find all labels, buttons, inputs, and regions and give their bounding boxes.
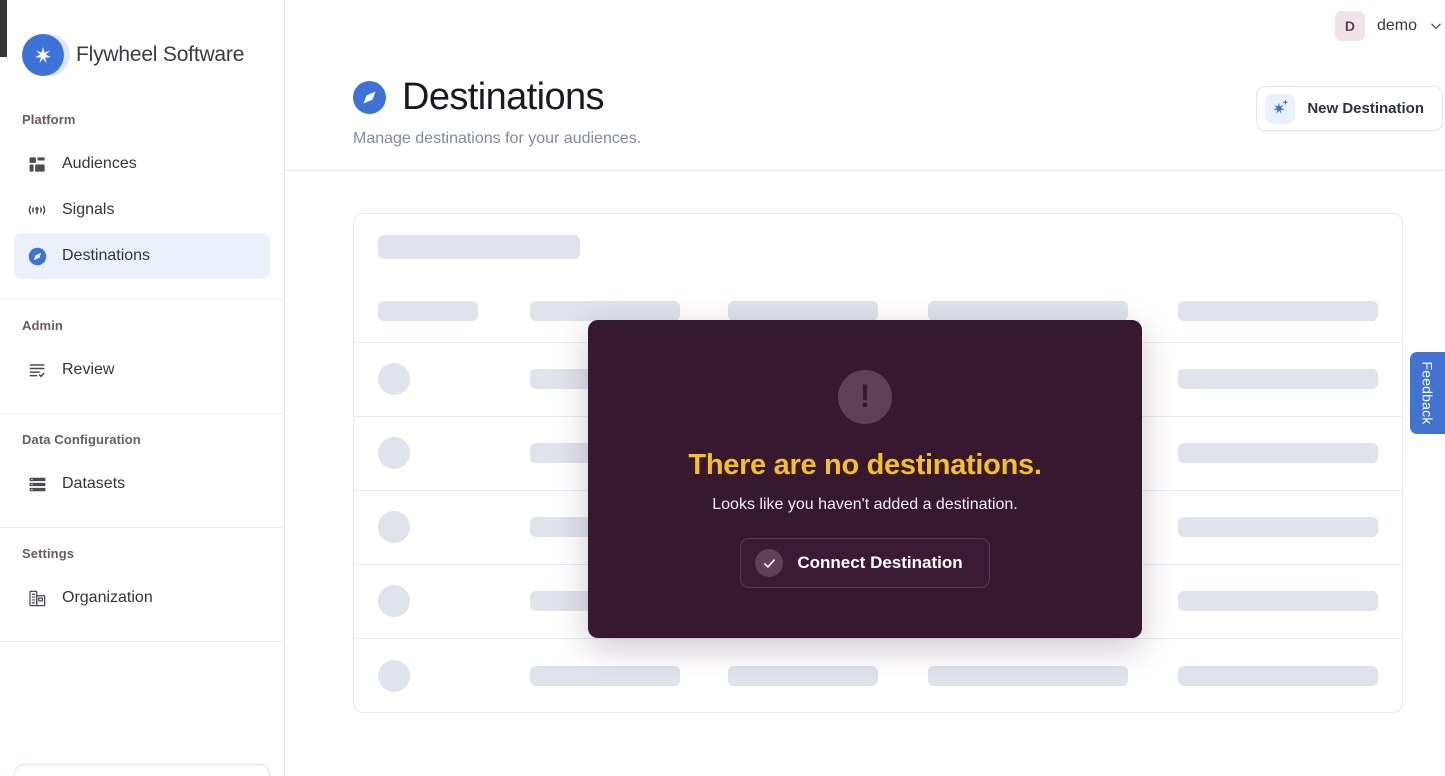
nav-group-data-configuration: Data Configuration Datasets — [0, 414, 284, 528]
sparkle-plus-icon — [1265, 94, 1295, 124]
skeleton-placeholder — [928, 301, 1128, 321]
skeleton-placeholder — [530, 301, 680, 321]
page-title: Destinations — [402, 78, 604, 118]
skeleton-placeholder — [1178, 517, 1378, 537]
sparkle-star-icon — [22, 34, 64, 76]
feedback-tab-label: Feedback — [1420, 361, 1436, 424]
sidebar-item-audiences[interactable]: Audiences — [14, 141, 270, 187]
page-title-row: Destinations — [353, 78, 641, 118]
empty-state-modal: ! There are no destinations. Looks like … — [588, 320, 1142, 638]
avatar: D — [1335, 11, 1365, 41]
page-title-block: Destinations Manage destinations for you… — [353, 78, 641, 148]
connect-destination-label: Connect Destination — [797, 553, 962, 573]
page-subtitle: Manage destinations for your audiences. — [353, 130, 641, 148]
skeleton-placeholder — [728, 301, 878, 321]
skeleton-placeholder — [928, 666, 1128, 686]
sidebar-item-label: Review — [62, 361, 114, 379]
new-destination-label: New Destination — [1307, 100, 1424, 117]
nav-group-label: Data Configuration — [14, 414, 270, 461]
account-menu[interactable]: D demo — [1335, 11, 1443, 41]
sidebar-bottom — [0, 764, 284, 776]
compass-icon — [26, 245, 48, 267]
skeleton-placeholder — [728, 666, 878, 686]
skeleton-placeholder — [1178, 443, 1378, 463]
broadcast-icon — [26, 199, 48, 221]
nav-group-label: Settings — [14, 528, 270, 575]
modal-title: There are no destinations. — [688, 449, 1041, 482]
sidebar-item-label: Datasets — [62, 475, 125, 493]
modal-subtitle: Looks like you haven't added a destinati… — [712, 496, 1018, 514]
brand-name: Flywheel Software — [76, 43, 244, 67]
sidebar-item-destinations[interactable]: Destinations — [14, 233, 270, 279]
skeleton-avatar — [378, 585, 410, 617]
database-rows-icon — [26, 473, 48, 495]
exclamation-glyph: ! — [860, 380, 871, 412]
page-header: Destinations Manage destinations for you… — [285, 52, 1445, 171]
dashboard-grid-icon — [26, 153, 48, 175]
feedback-tab[interactable]: Feedback — [1410, 352, 1445, 434]
skeleton-placeholder — [1178, 591, 1378, 611]
skeleton-placeholder — [378, 301, 478, 321]
chevron-down-icon — [1429, 19, 1443, 33]
sidebar: Flywheel Software Platform Audiences — [0, 0, 285, 776]
sidebar-bottom-card[interactable] — [14, 764, 270, 776]
compass-icon — [353, 81, 386, 114]
skeleton-placeholder — [1178, 301, 1378, 321]
skeleton-placeholder — [530, 666, 680, 686]
sidebar-item-label: Organization — [62, 589, 153, 607]
skeleton-toolbar — [354, 214, 1402, 280]
skeleton-placeholder — [1178, 369, 1378, 389]
sidebar-item-organization[interactable]: Organization — [14, 575, 270, 621]
sidebar-item-label: Signals — [62, 201, 114, 219]
list-check-icon — [26, 359, 48, 381]
topbar: D demo — [285, 0, 1445, 52]
brand[interactable]: Flywheel Software — [0, 0, 284, 86]
sidebar-item-label: Destinations — [62, 247, 150, 265]
skeleton-placeholder — [378, 235, 580, 259]
skeleton-avatar — [378, 363, 410, 395]
nav-group-settings: Settings Organization — [0, 528, 284, 642]
sidebar-item-signals[interactable]: Signals — [14, 187, 270, 233]
skeleton-avatar — [378, 511, 410, 543]
nav-group-platform: Platform Audiences — [0, 86, 284, 300]
window-corner-strip — [0, 0, 7, 57]
nav-group-label: Admin — [14, 300, 270, 347]
building-icon — [26, 587, 48, 609]
account-name: demo — [1377, 17, 1417, 35]
skeleton-avatar — [378, 437, 410, 469]
new-destination-button[interactable]: New Destination — [1256, 86, 1443, 131]
nav-group-admin: Admin Review — [0, 300, 284, 414]
app-root: Flywheel Software Platform Audiences — [0, 0, 1445, 776]
skeleton-avatar — [378, 660, 410, 692]
table-row — [354, 639, 1402, 713]
sidebar-item-label: Audiences — [62, 155, 137, 173]
check-circle-icon — [755, 549, 783, 577]
exclamation-circle-icon: ! — [838, 370, 892, 424]
brand-logo — [22, 34, 64, 76]
connect-destination-button[interactable]: Connect Destination — [740, 538, 989, 588]
sidebar-item-review[interactable]: Review — [14, 347, 270, 393]
sidebar-item-datasets[interactable]: Datasets — [14, 461, 270, 507]
skeleton-placeholder — [1178, 666, 1378, 686]
nav-group-label: Platform — [14, 94, 270, 141]
